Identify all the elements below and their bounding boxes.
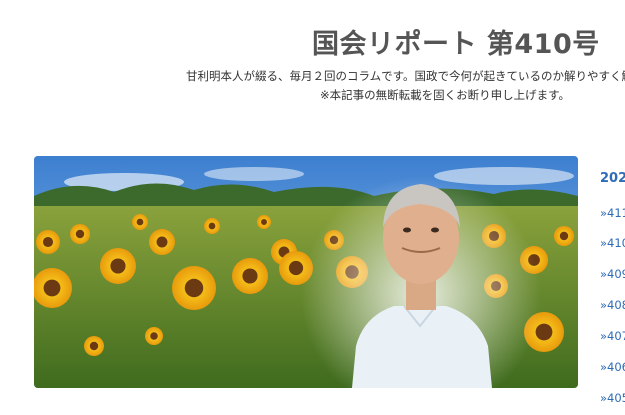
issue-link-407[interactable]: »407: [600, 329, 625, 343]
issue-link-408[interactable]: »408: [600, 298, 625, 312]
issue-link-410[interactable]: »410: [600, 236, 625, 250]
hero-image: [34, 156, 578, 388]
page-title: 国会リポート 第410号: [312, 29, 600, 60]
sunflower-field-portrait-image: [34, 156, 578, 388]
issue-link-409[interactable]: »409: [600, 267, 625, 281]
issue-link-405[interactable]: »405: [600, 391, 625, 405]
copyright-notice: ※本記事の無断転載を固くお断り申し上げます。: [320, 88, 570, 102]
issue-link-406[interactable]: »406: [600, 360, 625, 374]
column-description: 甘利明本人が綴る、毎月２回のコラムです。国政で今何が起きているのか解りやすく解: [186, 69, 625, 83]
page: 国会リポート 第410号 甘利明本人が綴る、毎月２回のコラムです。国政で今何が起…: [0, 0, 625, 415]
issue-archive-sidebar: 202 »411 »410 »409 »408 »407 »406 »405: [598, 0, 625, 415]
archive-year-heading: 202: [600, 171, 625, 186]
issue-link-411[interactable]: »411: [600, 206, 625, 220]
